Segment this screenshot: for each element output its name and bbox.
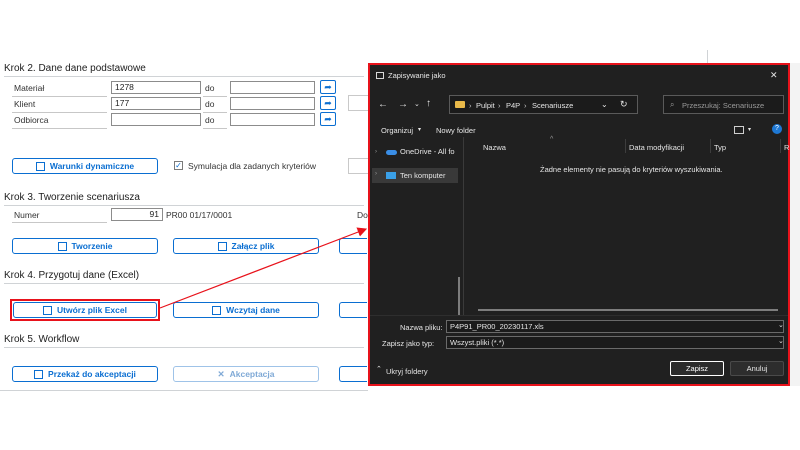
- hide-folders-button[interactable]: Ukryj foldery: [386, 367, 428, 376]
- address-bar[interactable]: › Pulpit › P4P › Scenariusze ⌄ ↻: [449, 95, 638, 114]
- view-options-icon[interactable]: [734, 126, 744, 134]
- expand-icon[interactable]: ›: [375, 171, 377, 177]
- folder-icon: [455, 101, 465, 108]
- background-window-edge: [790, 63, 800, 386]
- back-arrow-icon[interactable]: ←: [378, 99, 388, 110]
- chevron-down-icon[interactable]: ⌄: [414, 100, 420, 108]
- chevron-right-icon: ›: [498, 101, 501, 110]
- nav-item-this-pc[interactable]: Ten komputer: [400, 171, 445, 180]
- breadcrumb-item[interactable]: P4P: [506, 100, 520, 111]
- chevron-down-icon[interactable]: ⌄: [778, 337, 784, 345]
- chevron-right-icon: ›: [524, 101, 527, 110]
- horizontal-scrollbar[interactable]: [478, 309, 778, 311]
- help-icon[interactable]: ?: [772, 124, 782, 134]
- column-separator: [780, 139, 781, 153]
- organize-button[interactable]: Organizuj: [381, 126, 413, 135]
- column-separator: [625, 139, 626, 153]
- chevron-down-icon[interactable]: ▾: [748, 126, 751, 133]
- save-button[interactable]: Zapisz: [670, 361, 724, 376]
- search-input[interactable]: ⌕ Przeszukaj: Scenariusze: [663, 95, 784, 114]
- navigation-pane: › OneDrive - All fo › Ten komputer: [370, 137, 464, 315]
- divider: [370, 315, 788, 316]
- column-date[interactable]: Data modyfikacji: [629, 143, 684, 152]
- cloud-icon: [386, 150, 397, 155]
- refresh-icon[interactable]: ↻: [620, 99, 628, 110]
- filetype-label: Zapisz jako typ:: [382, 339, 435, 348]
- empty-message: Żadne elementy nie pasują do kryteriów w…: [540, 165, 723, 174]
- column-type[interactable]: Typ: [714, 143, 726, 152]
- chevron-up-icon[interactable]: ⌃: [376, 365, 382, 373]
- chevron-right-icon: ›: [469, 101, 472, 110]
- search-placeholder: Przeszukaj: Scenariusze: [682, 101, 765, 110]
- chevron-down-icon[interactable]: ⌄: [601, 99, 608, 110]
- dialog-title: Zapisywanie jako: [388, 71, 446, 80]
- up-arrow-icon[interactable]: ↑: [426, 98, 431, 109]
- new-folder-button[interactable]: Nowy folder: [436, 126, 476, 135]
- filetype-select[interactable]: Wszyst.pliki (*.*): [446, 336, 784, 349]
- column-name[interactable]: Nazwa: [483, 143, 506, 152]
- save-as-dialog: Zapisywanie jako ✕ ← → ⌄ ↑ › Pulpit › P4…: [368, 63, 790, 386]
- cancel-button[interactable]: Anuluj: [730, 361, 784, 376]
- search-icon: ⌕: [670, 100, 675, 109]
- breadcrumb-item[interactable]: Pulpit: [476, 100, 495, 111]
- filename-label: Nazwa pliku:: [400, 323, 443, 332]
- column-size[interactable]: R: [784, 143, 789, 152]
- close-icon[interactable]: ✕: [770, 70, 778, 81]
- filename-input[interactable]: P4P91_PR00_20230117.xls: [446, 320, 784, 333]
- sort-up-icon: ^: [550, 136, 554, 143]
- forward-arrow-icon[interactable]: →: [398, 99, 408, 110]
- breadcrumb-item[interactable]: Scenariusze: [532, 100, 573, 111]
- column-separator: [710, 139, 711, 153]
- computer-icon: [386, 172, 396, 179]
- chevron-down-icon[interactable]: ⌄: [778, 321, 784, 329]
- window-icon: [376, 72, 384, 79]
- nav-item-onedrive[interactable]: OneDrive - All fo: [400, 147, 455, 156]
- expand-icon[interactable]: ›: [375, 149, 377, 155]
- nav-scrollbar[interactable]: [458, 277, 460, 315]
- chevron-down-icon: ▾: [418, 127, 422, 133]
